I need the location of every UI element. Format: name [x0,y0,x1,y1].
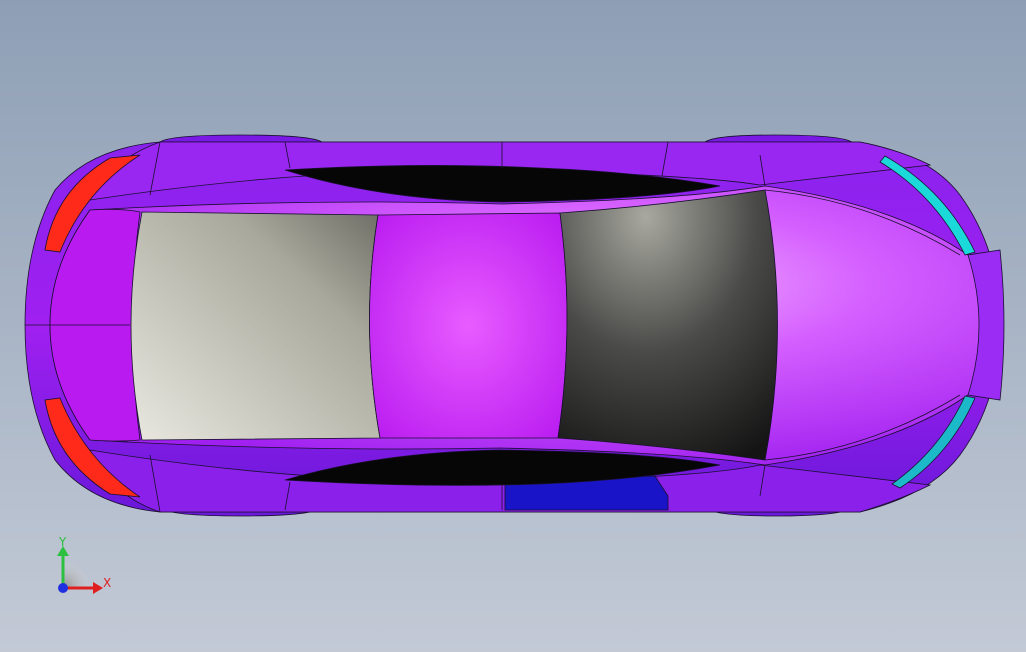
triad-x-label: X [103,576,111,590]
roof [369,212,568,439]
car-model[interactable] [24,134,1005,517]
rear-window [130,211,381,441]
3d-viewport[interactable]: Y X [0,0,1026,652]
triad-z-axis [58,583,68,593]
triad-y-label: Y [58,535,67,549]
windshield [557,189,778,461]
